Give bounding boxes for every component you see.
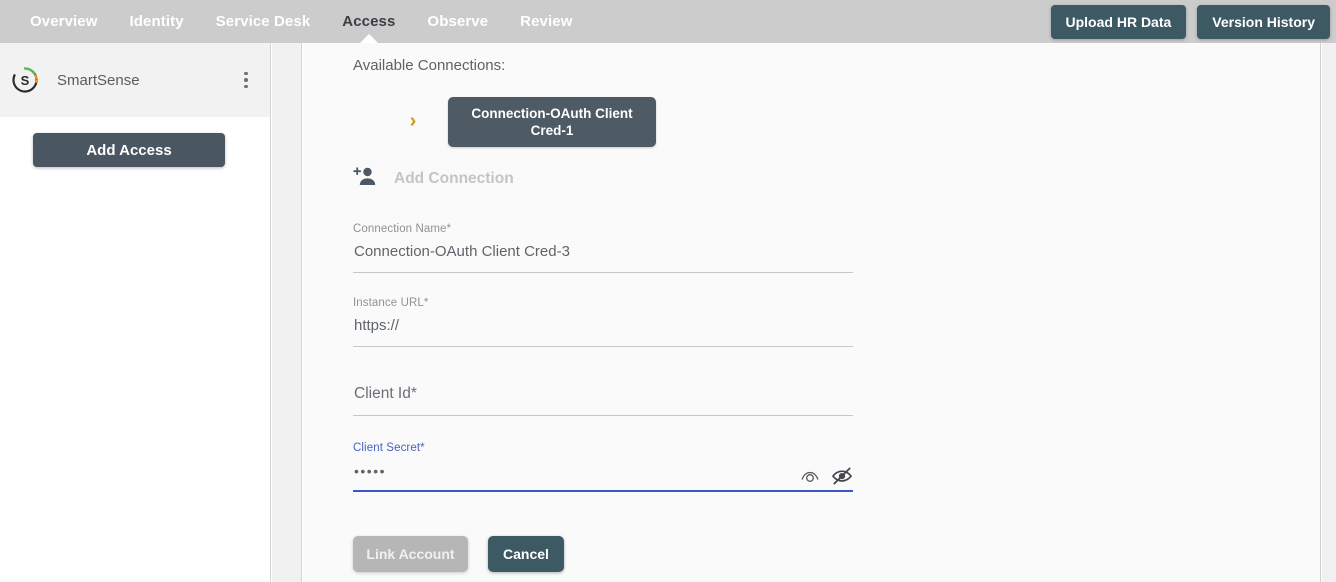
person-add-icon xyxy=(353,166,377,191)
smartsense-circle-s-logo-icon: S xyxy=(10,65,40,95)
kebab-menu-icon[interactable] xyxy=(236,68,256,92)
upload-hr-data-button[interactable]: Upload HR Data xyxy=(1050,4,1187,39)
page-body: S SmartSense Add Access Available Connec… xyxy=(0,43,1336,582)
tab-overview[interactable]: Overview xyxy=(14,0,114,43)
tab-access[interactable]: Access xyxy=(326,0,411,43)
topbar-actions: Upload HR Data Version History xyxy=(1050,4,1336,39)
eye-off-icon[interactable] xyxy=(831,466,853,486)
connection-form-area: Available Connections: › Connection-OAut… xyxy=(303,43,1320,572)
sidebar: S SmartSense Add Access xyxy=(0,43,271,582)
version-history-button[interactable]: Version History xyxy=(1197,4,1330,39)
connection-name-label: Connection Name* xyxy=(353,223,452,235)
client-secret-label: Client Secret* xyxy=(353,442,425,454)
cancel-button[interactable]: Cancel xyxy=(488,536,564,572)
add-access-button[interactable]: Add Access xyxy=(33,133,225,167)
field-client-id: Client Id* xyxy=(353,381,853,416)
field-connection-name: Connection Name* Connection-OAuth Client… xyxy=(353,223,853,273)
client-secret-icon-group xyxy=(800,466,853,486)
sidebar-content-gutter xyxy=(272,43,302,582)
add-connection-label: Add Connection xyxy=(394,169,514,187)
top-navigation-bar: Overview Identity Service Desk Access Ob… xyxy=(0,0,1336,43)
tab-observe[interactable]: Observe xyxy=(411,0,504,43)
chevron-right-icon[interactable]: › xyxy=(404,111,422,131)
nav-tab-list: Overview Identity Service Desk Access Ob… xyxy=(0,0,588,43)
eye-icon[interactable] xyxy=(800,468,820,484)
available-connections-title: Available Connections: xyxy=(353,57,506,74)
main-content-panel: Available Connections: › Connection-OAut… xyxy=(303,43,1321,582)
connection-row: › Connection-OAuth Client Cred-1 xyxy=(404,97,1320,147)
link-account-button[interactable]: Link Account xyxy=(353,536,468,572)
instance-url-input[interactable]: https:// xyxy=(353,313,853,347)
connection-chip[interactable]: Connection-OAuth Client Cred-1 xyxy=(448,97,656,147)
connection-name-input[interactable]: Connection-OAuth Client Cred-3 xyxy=(353,239,853,273)
instance-url-label: Instance URL* xyxy=(353,297,429,309)
form-action-buttons: Link Account Cancel xyxy=(353,536,853,572)
sidebar-org-row[interactable]: S SmartSense xyxy=(0,43,270,117)
client-secret-input[interactable]: ••••• xyxy=(353,458,853,492)
tab-review[interactable]: Review xyxy=(504,0,588,43)
sidebar-org-name: SmartSense xyxy=(57,71,140,89)
field-instance-url: Instance URL* https:// xyxy=(353,297,853,347)
right-gutter xyxy=(1322,43,1336,582)
connection-details-form: Connection Name* Connection-OAuth Client… xyxy=(353,223,853,572)
add-access-container: Add Access xyxy=(0,117,270,167)
add-connection-button[interactable]: Add Connection xyxy=(353,166,523,191)
tab-identity[interactable]: Identity xyxy=(114,0,200,43)
svg-text:S: S xyxy=(21,73,30,88)
client-id-input[interactable]: Client Id* xyxy=(353,381,853,416)
field-client-secret: Client Secret* ••••• xyxy=(353,442,853,492)
tab-service-desk[interactable]: Service Desk xyxy=(200,0,327,43)
